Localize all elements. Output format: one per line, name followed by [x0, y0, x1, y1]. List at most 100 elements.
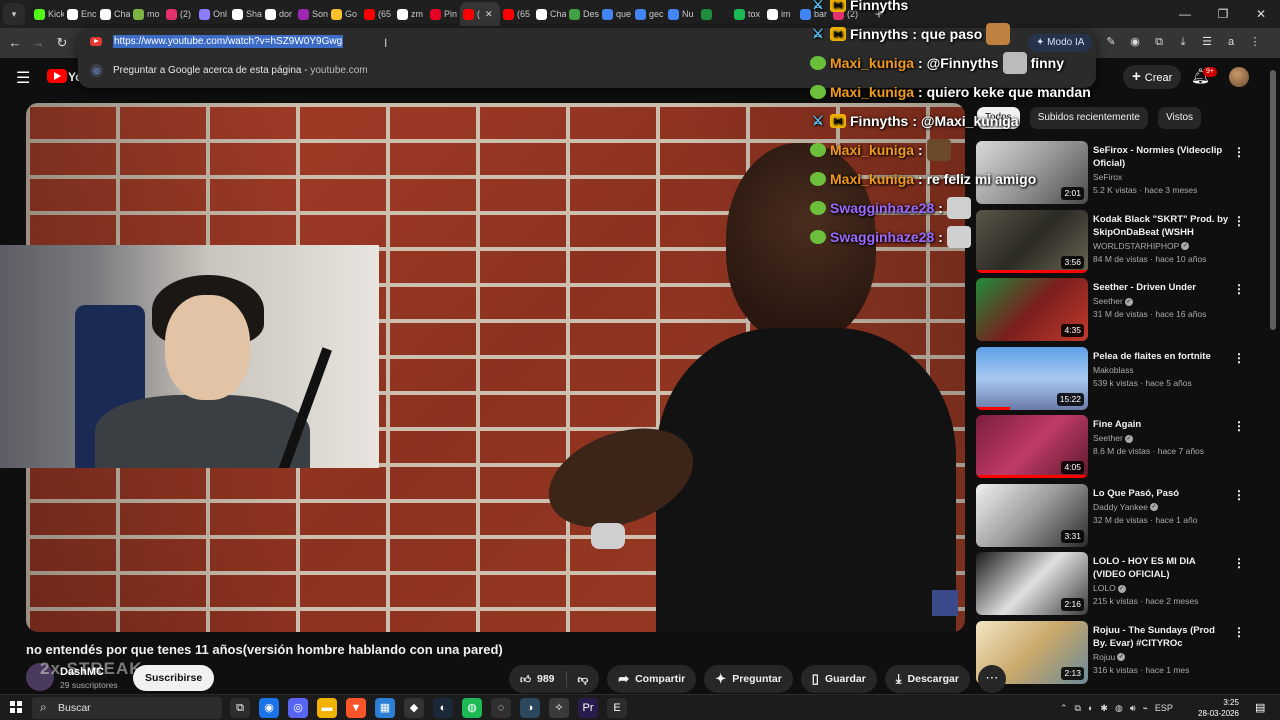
extension-icon[interactable]: ✎ — [1103, 34, 1119, 50]
filter-chip[interactable]: Todos — [977, 107, 1020, 129]
browser-tab[interactable]: (65 — [361, 2, 394, 26]
folder-icon[interactable]: ▬ — [317, 698, 337, 718]
browser-tab[interactable]: (✕ — [460, 2, 500, 26]
recommendation-item[interactable]: 4:05 Fine Again Seether ✓ 8.6 M de vistas · … — [976, 415, 1256, 484]
epic-icon[interactable]: ◆ — [404, 698, 424, 718]
tab-search-button[interactable]: ▾ — [3, 3, 25, 25]
more-options-icon[interactable]: ⋮ — [1233, 351, 1245, 365]
recommendation-thumbnail[interactable]: 2:01 — [976, 141, 1088, 204]
taskbar-search[interactable]: ⌕ Buscar — [32, 697, 222, 719]
recommendation-title[interactable]: Lo Que Pasó, Pasó — [1093, 487, 1229, 500]
share-button[interactable]: ➦ Compartir — [607, 665, 697, 693]
browser-tab[interactable]: Kick — [31, 2, 64, 26]
subscribe-button[interactable]: Suscribirse — [133, 665, 215, 691]
close-window-button[interactable]: ✕ — [1242, 0, 1280, 28]
extension-icon[interactable]: ☰ — [1199, 34, 1215, 50]
recommendation-channel[interactable]: LOLO — [1093, 583, 1116, 593]
browser-tab[interactable]: Pin — [427, 2, 460, 26]
recommendation-title[interactable]: Fine Again — [1093, 418, 1229, 431]
recommendation-channel[interactable]: Rojuu — [1093, 652, 1115, 662]
restore-button[interactable]: ❐ — [1204, 0, 1242, 28]
recommendation-thumbnail[interactable]: 4:05 — [976, 415, 1088, 478]
recommendation-item[interactable]: 2:13 Rojuu - The Sundays (Prod By. Evar) … — [976, 620, 1256, 690]
browser-tab[interactable]: gec — [632, 2, 665, 26]
store-icon[interactable]: ▦ — [375, 698, 395, 718]
browser-tab[interactable] — [698, 2, 731, 26]
browser-tab[interactable]: im — [764, 2, 797, 26]
more-options-icon[interactable]: ⋮ — [1233, 625, 1245, 639]
more-options-icon[interactable]: ⋮ — [1233, 419, 1245, 433]
browser-tab[interactable]: Cha — [97, 2, 130, 26]
browser-tab[interactable]: Cha — [533, 2, 566, 26]
browser-tab[interactable]: que — [599, 2, 632, 26]
recommendation-item[interactable]: 2:16 LOLO - HOY ES MI DIA (VIDEO OFICIAL)… — [976, 552, 1256, 621]
notification-center-icon[interactable]: ▤ — [1255, 701, 1265, 714]
recommendation-thumbnail[interactable]: 2:16 — [976, 552, 1088, 615]
recommendation-title[interactable]: LOLO - HOY ES MI DIA (VIDEO OFICIAL) — [1093, 555, 1229, 581]
spotify-icon[interactable]: ◍ — [462, 698, 482, 718]
chrome-icon[interactable]: ◉ — [259, 698, 279, 718]
extension-icon[interactable]: ⤓ — [1175, 34, 1191, 50]
tray-network-icon[interactable]: ◍ — [1115, 703, 1123, 714]
taskbar-clock[interactable]: 3:25 28-03-2026 — [1198, 697, 1239, 719]
browser-tab[interactable]: tox — [731, 2, 764, 26]
browser-tab[interactable]: mo — [130, 2, 163, 26]
reload-button[interactable]: ↻ — [53, 34, 71, 52]
recommendation-channel[interactable]: WORLDSTARHIPHOP — [1093, 241, 1179, 251]
recommendation-thumbnail[interactable]: 15:22 — [976, 346, 1088, 410]
obs-icon[interactable]: ◌ — [491, 698, 511, 718]
recommendation-item[interactable]: 3:31 Lo Que Pasó, Pasó Daddy Yankee ✓ 32 M d… — [976, 483, 1256, 553]
minimize-button[interactable]: — — [1166, 0, 1204, 28]
youtube-logo-icon[interactable] — [47, 69, 67, 83]
save-button[interactable]: ▯ Guardar — [800, 665, 877, 693]
browser-tab[interactable]: dor — [262, 2, 295, 26]
recommendation-channel[interactable]: Makoblass — [1093, 365, 1134, 375]
recommendation-item[interactable]: 15:22 Pelea de flaites en fortnite Makobla… — [976, 346, 1256, 416]
back-button[interactable]: ← — [6, 34, 24, 52]
recommendation-item[interactable]: 4:35 Seether - Driven Under Seether ✓ 31 M d… — [976, 278, 1256, 347]
recommendation-channel[interactable]: SeFirox — [1093, 172, 1122, 182]
browser-tab[interactable]: Sha — [229, 2, 262, 26]
dislike-button[interactable]: 👎︎ — [567, 665, 600, 693]
recommendation-title[interactable]: SeFirox - Normies (Videoclip Oficial) — [1093, 144, 1229, 170]
steam-alt-icon[interactable]: ◑ — [520, 698, 540, 718]
recommendation-thumbnail[interactable]: 3:56 — [976, 209, 1088, 273]
filter-chip[interactable]: Subidos recientemente — [1029, 107, 1148, 129]
premiere-icon[interactable]: Pr — [578, 698, 598, 718]
extension-icon[interactable]: ⧉ — [1151, 34, 1167, 50]
browser-tab[interactable]: Des — [566, 2, 599, 26]
recommendation-title[interactable]: Rojuu - The Sundays (Prod By. Evar) #CIT… — [1093, 624, 1229, 650]
player-overlay-thumbnail[interactable] — [932, 590, 958, 616]
tab-close-icon[interactable]: ✕ — [485, 9, 493, 20]
discord-icon[interactable]: ◎ — [288, 698, 308, 718]
more-options-icon[interactable]: ⋮ — [1233, 556, 1245, 570]
create-button[interactable]: + Crear — [1123, 65, 1182, 89]
menu-icon[interactable]: ☰ — [16, 68, 30, 88]
page-scrollbar[interactable] — [1270, 70, 1276, 330]
browser-tab[interactable]: Onl — [196, 2, 229, 26]
more-options-icon[interactable]: ⋮ — [1233, 214, 1245, 228]
browser-tab[interactable]: Enc — [64, 2, 97, 26]
tray-steam-icon[interactable]: ◐ — [1088, 703, 1093, 713]
tray-app-icon[interactable]: ⧉ — [1075, 703, 1081, 714]
epic-games-icon[interactable]: E — [607, 698, 627, 718]
tray-bluetooth-icon[interactable]: ✱ — [1100, 703, 1108, 714]
browser-tab[interactable]: Son — [295, 2, 328, 26]
brave-icon[interactable]: ▼ — [346, 698, 366, 718]
address-bar-url[interactable]: https://www.youtube.com/watch?v=hSZ9W0Y9… — [113, 35, 344, 48]
extension-icon[interactable]: ◉ — [1127, 34, 1143, 50]
browser-tab[interactable]: (2) — [163, 2, 196, 26]
browser-tab[interactable]: bar — [797, 2, 830, 26]
tray-usb-icon[interactable]: ⌁ — [1143, 703, 1148, 714]
more-options-icon[interactable]: ⋮ — [1233, 282, 1245, 296]
more-actions-button[interactable]: ⋯ — [977, 665, 1006, 693]
browser-tab[interactable]: (2) — [830, 2, 863, 26]
steam-icon[interactable]: ◐ — [433, 698, 453, 718]
extension-icon[interactable]: ⋮ — [1247, 34, 1263, 50]
recommendation-item[interactable]: 2:01 SeFirox - Normies (Videoclip Oficial… — [976, 141, 1256, 210]
recommendation-title[interactable]: Seether - Driven Under — [1093, 281, 1229, 294]
modo-ia-button[interactable]: ✦ Modo IA — [1028, 34, 1093, 52]
app-icon[interactable]: ✧ — [549, 698, 569, 718]
recommendation-thumbnail[interactable]: 3:31 — [976, 483, 1088, 547]
omnibox-suggestion[interactable]: ◎ Preguntar a Google acerca de esta pági… — [78, 61, 1096, 83]
